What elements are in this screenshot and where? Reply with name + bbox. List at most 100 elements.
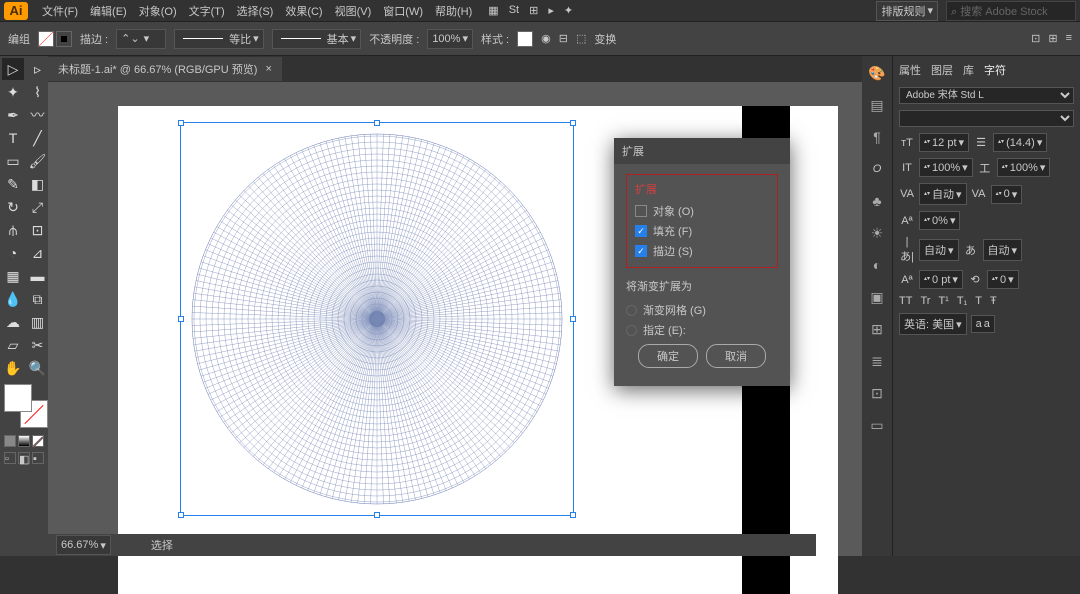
selection-tool[interactable]: ▷ xyxy=(2,58,24,80)
opt-menu-icon[interactable]: ≡ xyxy=(1066,32,1072,45)
lasso-tool[interactable]: ⌇ xyxy=(27,81,49,103)
sub-icon[interactable]: T₁ xyxy=(957,295,967,307)
kern-field[interactable]: ▴▾自动▾ xyxy=(919,183,967,205)
rot-field[interactable]: ▴▾0 pt▾ xyxy=(919,270,963,289)
menu-type[interactable]: 文字(T) xyxy=(183,3,231,19)
perspective-tool[interactable]: ⊿ xyxy=(27,242,49,264)
strike-icon[interactable]: Ŧ xyxy=(990,295,997,307)
leading-field[interactable]: ▴▾(14.4)▾ xyxy=(993,133,1047,152)
document-tab[interactable]: 未标题-1.ai* @ 66.67% (RGB/GPU 预览) × xyxy=(48,57,282,81)
stroke-checkbox[interactable]: ✓ xyxy=(635,245,647,257)
shaper-tool[interactable]: ✎ xyxy=(2,173,24,195)
brush-tool[interactable]: 🖌 xyxy=(27,150,49,172)
bridge-icon[interactable]: ▦ xyxy=(488,4,498,17)
magic-wand-tool[interactable]: ✦ xyxy=(2,81,24,103)
free-transform-tool[interactable]: ⊡ xyxy=(27,219,49,241)
rotate-tool[interactable]: ↻ xyxy=(2,196,24,218)
hscale-field[interactable]: ▴▾100%▾ xyxy=(997,158,1051,177)
cancel-button[interactable]: 取消 xyxy=(706,344,766,368)
font-size-field[interactable]: ▴▾12 pt▾ xyxy=(919,133,969,152)
sup-icon[interactable]: T¹ xyxy=(938,295,948,307)
menu-file[interactable]: 文件(F) xyxy=(36,3,84,19)
underline-icon[interactable]: T xyxy=(975,295,982,307)
transform-label[interactable]: 变换 xyxy=(594,31,616,47)
tab-character[interactable]: 字符 xyxy=(984,62,1006,78)
vscale-field[interactable]: ▴▾100%▾ xyxy=(919,158,973,177)
symbols-panel-icon[interactable]: O xyxy=(868,160,886,178)
appearance-panel-icon[interactable]: ▣ xyxy=(868,288,886,306)
blend-tool[interactable]: ⧉ xyxy=(27,288,49,310)
brushes-panel-icon[interactable]: ¶ xyxy=(868,128,886,146)
color-picker[interactable] xyxy=(4,384,48,428)
fill-swatch[interactable] xyxy=(38,31,54,47)
rect-tool[interactable]: ▭ xyxy=(2,150,24,172)
stroke-weight[interactable]: ⌃⌄▾ xyxy=(116,29,166,49)
color-panel-icon[interactable]: 🎨 xyxy=(868,64,886,82)
swatches-panel-icon[interactable]: ▤ xyxy=(868,96,886,114)
menu-help[interactable]: 帮助(H) xyxy=(429,3,478,19)
caps-tr[interactable]: Tr xyxy=(920,295,930,307)
ok-button[interactable]: 确定 xyxy=(638,344,698,368)
layers-panel-icon[interactable]: ≣ xyxy=(868,352,886,370)
stroke-swatch[interactable] xyxy=(56,31,72,47)
gradient-tool[interactable]: ▬ xyxy=(27,265,49,287)
zoom-tool[interactable]: 🔍 xyxy=(27,357,49,379)
mesh-tool[interactable]: ▦ xyxy=(2,265,24,287)
graph-tool[interactable]: ▥ xyxy=(27,311,49,333)
font-style-select[interactable] xyxy=(899,110,1074,127)
align-icon[interactable]: ⊟ xyxy=(559,32,568,45)
type-tool[interactable]: T xyxy=(2,127,24,149)
symbol-tool[interactable]: ☁ xyxy=(2,311,24,333)
tab-properties[interactable]: 属性 xyxy=(899,62,921,78)
arrange-icon[interactable]: ⊞ xyxy=(529,4,538,17)
slice-tool[interactable]: ✂ xyxy=(27,334,49,356)
menu-view[interactable]: 视图(V) xyxy=(329,3,378,19)
edit-icon[interactable]: ⊞ xyxy=(1048,32,1057,45)
gradient-panel-icon[interactable]: ☀ xyxy=(868,224,886,242)
rot2-field[interactable]: ▴▾0▾ xyxy=(987,270,1019,289)
baseline-field[interactable]: ▴▾0%▾ xyxy=(919,211,960,230)
auto2-field[interactable]: 自动▾ xyxy=(983,239,1023,261)
asset-panel-icon[interactable]: ⊡ xyxy=(868,384,886,402)
brush-def[interactable]: 基本▾ xyxy=(272,29,362,49)
graphic-styles-icon[interactable]: ⊞ xyxy=(868,320,886,338)
menu-edit[interactable]: 编辑(E) xyxy=(84,3,133,19)
transparency-panel-icon[interactable]: ◐ xyxy=(868,256,886,274)
style-swatch[interactable] xyxy=(517,31,533,47)
artboards-panel-icon[interactable]: ▭ xyxy=(868,416,886,434)
tab-close-icon[interactable]: × xyxy=(265,63,271,75)
font-family-select[interactable]: Adobe 宋体 Std L xyxy=(899,87,1074,104)
scale-tool[interactable]: ⤢ xyxy=(27,196,49,218)
eyedropper-tool[interactable]: 💧 xyxy=(2,288,24,310)
workspace-select[interactable]: 排版规则▾ xyxy=(876,1,938,21)
line-tool[interactable]: ╱ xyxy=(27,127,49,149)
stroke-profile[interactable]: 等比▾ xyxy=(174,29,264,49)
menu-object[interactable]: 对象(O) xyxy=(133,3,183,19)
zoom-select[interactable]: 66.67%▾ xyxy=(56,535,111,555)
eraser-tool[interactable]: ◧ xyxy=(27,173,49,195)
curvature-tool[interactable]: 〰 xyxy=(27,104,49,126)
track-field[interactable]: ▴▾0▾ xyxy=(991,185,1023,204)
direct-select-tool[interactable]: ▹ xyxy=(27,58,49,80)
hand-tool[interactable]: ✋ xyxy=(2,357,24,379)
artboard-tool[interactable]: ▱ xyxy=(2,334,24,356)
fill-checkbox[interactable]: ✓ xyxy=(635,225,647,237)
shape-builder-tool[interactable]: ◔ xyxy=(2,242,24,264)
gpu-icon[interactable]: ▸ xyxy=(548,4,554,17)
menu-select[interactable]: 选择(S) xyxy=(231,3,280,19)
pen-tool[interactable]: ✒ xyxy=(2,104,24,126)
width-tool[interactable]: ⫛ xyxy=(2,219,24,241)
stroke-panel-icon[interactable]: ♣ xyxy=(868,192,886,210)
search-input[interactable]: ⌕ 搜索 Adobe Stock xyxy=(946,1,1076,21)
auto1-field[interactable]: 自动▾ xyxy=(919,239,959,261)
lang-field[interactable]: 英语: 美国▾ xyxy=(899,313,967,335)
tab-libraries[interactable]: 库 xyxy=(963,62,974,78)
isolate-icon[interactable]: ⊡ xyxy=(1031,32,1040,45)
rocket-icon[interactable]: ✦ xyxy=(564,4,573,17)
tab-layers[interactable]: 图层 xyxy=(931,62,953,78)
aa-field[interactable]: aa xyxy=(971,315,995,333)
caps-tt[interactable]: TT xyxy=(899,295,912,307)
stock-icon[interactable]: St xyxy=(509,4,519,17)
menu-effect[interactable]: 效果(C) xyxy=(279,3,328,19)
menu-window[interactable]: 窗口(W) xyxy=(377,3,429,19)
